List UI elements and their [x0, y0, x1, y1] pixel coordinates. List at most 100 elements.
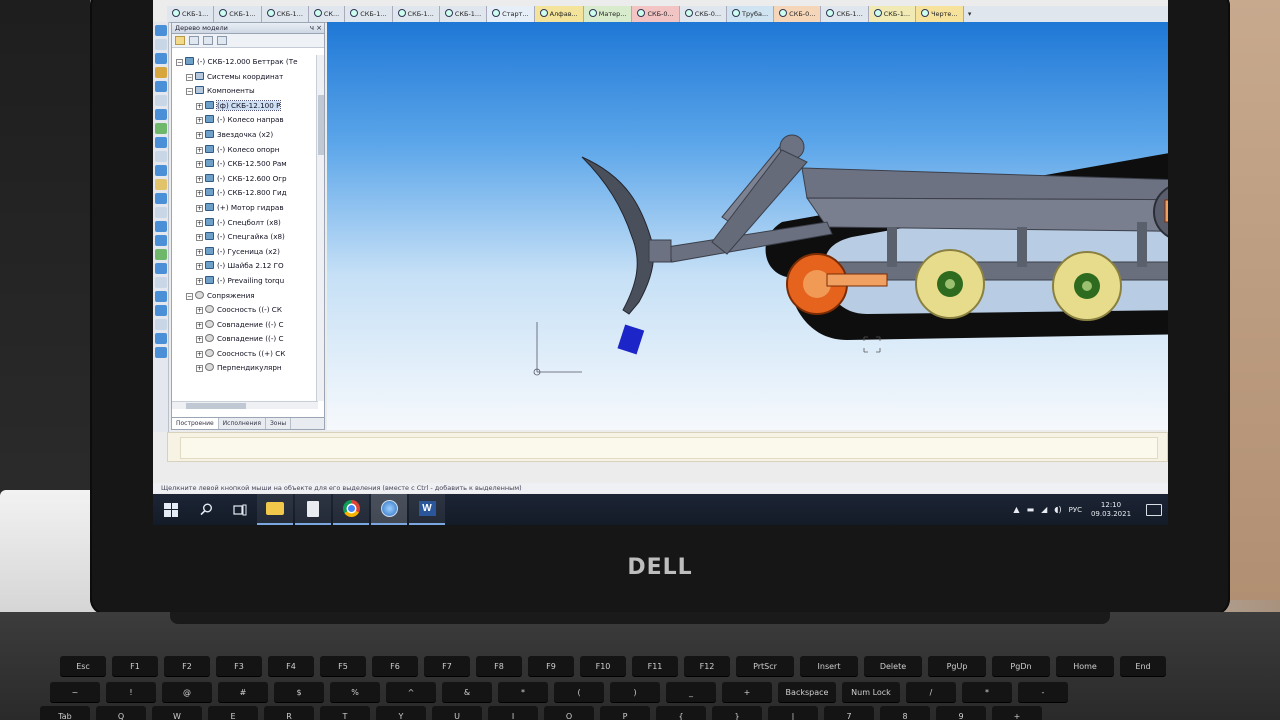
toolbar-tool-icon[interactable] [155, 67, 167, 78]
tree-item[interactable]: + Совпадение ((-) С [172, 318, 318, 333]
toolbar-tool-icon[interactable] [155, 333, 167, 344]
language-indicator[interactable]: РУС [1069, 506, 1082, 514]
document-tab[interactable]: Старт... [487, 6, 535, 22]
tree-item[interactable]: + (-) Колесо опорн [172, 143, 318, 158]
word-button[interactable]: W [409, 494, 445, 525]
tree-item[interactable]: − Системы координат [172, 70, 318, 85]
expand-icon[interactable]: + [196, 117, 203, 125]
expand-icon[interactable]: + [196, 234, 203, 242]
toolbar-tool-icon[interactable] [155, 193, 167, 204]
kompas-app-button[interactable] [371, 494, 407, 525]
expand-icon[interactable]: + [196, 321, 203, 329]
tree-mode-icon[interactable] [175, 36, 185, 45]
document-tab[interactable]: Матер... [583, 6, 633, 22]
tree-item[interactable]: + (-) СКБ-12.500 Рам [172, 157, 318, 172]
start-button[interactable] [153, 494, 189, 525]
toolbar-tool-icon[interactable] [155, 179, 167, 190]
tree-bottom-tab[interactable]: Зоны [266, 418, 292, 429]
document-tab[interactable]: СКБ-0... [679, 6, 728, 22]
tree-structure-icon[interactable] [189, 36, 199, 45]
expand-icon[interactable]: + [196, 336, 203, 344]
expand-icon[interactable]: − [176, 59, 183, 66]
toolbar-tool-icon[interactable] [155, 137, 167, 148]
expand-icon[interactable]: + [196, 263, 203, 271]
tree-item[interactable]: + Совпадение ((-) С [172, 332, 318, 347]
toolbar-tool-icon[interactable] [155, 305, 167, 316]
tree-item[interactable]: + Звездочка (х2) [172, 128, 318, 143]
expand-icon[interactable]: − [186, 292, 193, 300]
toolbar-tool-icon[interactable] [155, 123, 167, 134]
toolbar-tool-icon[interactable] [155, 319, 167, 330]
document-tab[interactable]: СК... [308, 6, 346, 22]
toolbar-tool-icon[interactable] [155, 249, 167, 260]
expand-icon[interactable]: + [196, 146, 203, 154]
document-tab[interactable]: Черте... [916, 6, 964, 22]
toolbar-tool-icon[interactable] [155, 151, 167, 162]
network-icon[interactable]: ◢ [1041, 505, 1047, 514]
document-tab[interactable]: Труба... [727, 6, 775, 22]
expand-icon[interactable]: − [186, 88, 193, 96]
expand-icon[interactable]: + [196, 219, 203, 227]
toolbar-tool-icon[interactable] [155, 221, 167, 232]
document-tab[interactable]: СКБ-1... [392, 6, 440, 22]
file-explorer-button[interactable] [257, 494, 293, 525]
expand-icon[interactable]: − [186, 73, 193, 81]
toolbar-tool-icon[interactable] [155, 291, 167, 302]
tree-item[interactable]: + (-) Prevailing torqu [172, 274, 318, 289]
notifications-icon[interactable] [1146, 503, 1162, 516]
volume-icon[interactable]: ◖) [1054, 505, 1061, 514]
tree-item[interactable]: + (-) Спецгайка (х8) [172, 230, 318, 245]
document-tab[interactable]: СКБ-1... [868, 6, 917, 22]
clock[interactable]: 12:10 09.03.2021 [1089, 501, 1133, 519]
tree-item[interactable]: + (ф) СКБ-12.100 Р [172, 99, 318, 114]
tree-item[interactable]: − Сопряжения [172, 289, 318, 304]
tree-vertical-scrollbar[interactable] [316, 55, 324, 401]
toolbar-tool-icon[interactable] [155, 53, 167, 64]
expand-icon[interactable]: + [196, 307, 203, 315]
tree-item[interactable]: + Соосность ((+) СК [172, 347, 318, 362]
expand-icon[interactable]: + [196, 102, 203, 110]
tree-item[interactable]: − (-) СКБ-12.000 Беттрак (Те [172, 55, 318, 70]
tree-item[interactable]: + Перпендикулярн [172, 361, 318, 376]
expand-icon[interactable]: + [196, 277, 203, 285]
tree-item[interactable]: + (-) Гусеница (х2) [172, 245, 318, 260]
expand-icon[interactable]: + [196, 131, 203, 139]
expand-icon[interactable]: + [196, 161, 203, 169]
toolbar-tool-icon[interactable] [155, 95, 167, 106]
document-tab[interactable]: СКБ-1... [214, 6, 262, 22]
toolbar-tool-icon[interactable] [155, 25, 167, 36]
task-view-icon[interactable] [223, 494, 257, 525]
expand-icon[interactable]: + [196, 175, 203, 183]
tree-item[interactable]: + (-) Спецболт (х8) [172, 216, 318, 231]
tree-item[interactable]: − Компоненты [172, 84, 318, 99]
tree-item[interactable]: + (+) Мотор гидрав [172, 201, 318, 216]
document-tab[interactable]: СКБ-1... [345, 6, 393, 22]
tree-item[interactable]: + (-) СКБ-12.800 Гид [172, 186, 318, 201]
tree-horizontal-scrollbar[interactable] [172, 401, 318, 409]
battery-icon[interactable]: ▬ [1027, 505, 1035, 514]
expand-icon[interactable]: + [196, 204, 203, 212]
document-tab[interactable]: СКБ-1... [167, 6, 215, 22]
tree-bottom-tab[interactable]: Исполнения [219, 418, 266, 429]
expand-icon[interactable]: + [196, 190, 203, 198]
toolbar-tool-icon[interactable] [155, 235, 167, 246]
expand-icon[interactable]: + [196, 350, 203, 358]
search-icon[interactable] [189, 494, 223, 525]
expand-icon[interactable]: + [196, 365, 203, 373]
document-tab[interactable]: СКБ-0... [632, 6, 680, 22]
tree-item[interactable]: + Соосность ((-) СК [172, 303, 318, 318]
tree-bottom-tab[interactable]: Построение [172, 418, 219, 429]
tree-item[interactable]: + (-) Шайба 2.12 ГО [172, 259, 318, 274]
close-icon[interactable]: × [316, 23, 322, 34]
toolbar-tool-icon[interactable] [155, 347, 167, 358]
toolbar-tool-icon[interactable] [155, 81, 167, 92]
document-tab[interactable]: СКБ-0... [774, 6, 822, 22]
pin-icon[interactable]: ч [310, 23, 314, 34]
properties-field[interactable] [180, 437, 1158, 459]
document-tab[interactable]: СКБ-1... [261, 6, 309, 22]
toolbar-tool-icon[interactable] [155, 277, 167, 288]
chevron-up-icon[interactable]: ▲ [1013, 505, 1019, 514]
tree-settings-icon[interactable] [217, 36, 227, 45]
document-app-button[interactable] [295, 494, 331, 525]
toolbar-tool-icon[interactable] [155, 263, 167, 274]
